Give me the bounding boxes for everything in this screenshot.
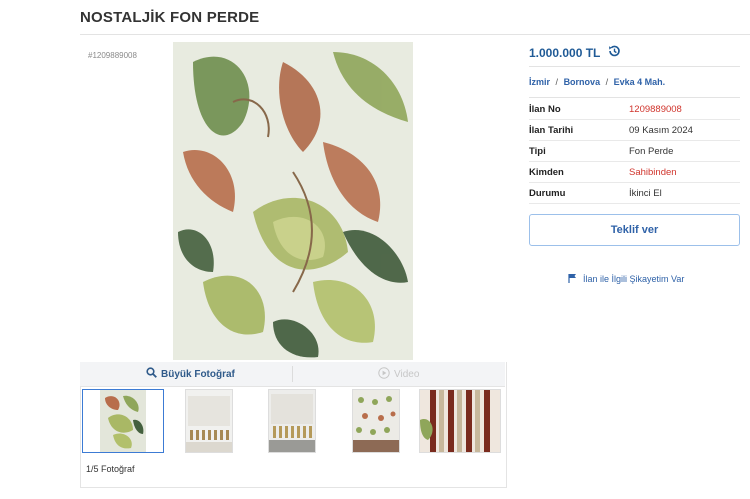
detail-value: 09 Kasım 2024 — [629, 124, 693, 136]
complaint-link[interactable]: İlan ile İlgili Şikayetim Var — [568, 273, 684, 285]
header-divider — [80, 34, 750, 35]
play-icon — [378, 367, 390, 382]
listing-title: NOSTALJİK FON PERDE — [80, 9, 260, 26]
photo-counter: 1/5 Fotoğraf — [86, 464, 135, 474]
detail-row-seller: Kimden Sahibinden — [529, 162, 740, 183]
thumbnail-2[interactable] — [185, 389, 233, 453]
breadcrumb: İzmir / Bornova / Evka 4 Mah. — [529, 77, 665, 87]
detail-value: İkinci El — [629, 187, 662, 199]
breadcrumb-divider — [529, 97, 740, 98]
thumbnail-image — [186, 390, 232, 452]
detail-label: Kimden — [529, 166, 564, 178]
thumbnail-image — [269, 390, 315, 452]
magnifier-icon — [146, 367, 157, 381]
detail-label: İlan No — [529, 103, 561, 115]
listing-code: #1209889008 — [88, 51, 137, 60]
complaint-label: İlan ile İlgili Şikayetim Var — [583, 274, 685, 284]
thumbnail-3[interactable] — [268, 389, 316, 453]
thumbnail-image — [83, 390, 163, 452]
breadcrumb-separator: / — [605, 77, 609, 87]
detail-value: 1209889008 — [629, 103, 682, 115]
price-divider — [529, 66, 740, 67]
flag-icon — [568, 273, 577, 285]
history-icon[interactable] — [607, 44, 621, 61]
thumbnail-image — [420, 390, 500, 452]
price-value: 1.000.000 TL — [529, 45, 601, 60]
big-photo-button[interactable]: Büyük Fotoğraf — [146, 367, 235, 381]
detail-label: Tipi — [529, 145, 546, 157]
detail-row-condition: Durumu İkinci El — [529, 183, 740, 204]
detail-row-listing-date: İlan Tarihi 09 Kasım 2024 — [529, 120, 740, 141]
thumbnail-4[interactable] — [352, 389, 400, 453]
detail-label: İlan Tarihi — [529, 124, 574, 136]
breadcrumb-city[interactable]: İzmir — [529, 77, 550, 87]
detail-value: Fon Perde — [629, 145, 674, 157]
thumbnail-1[interactable] — [82, 389, 164, 453]
detail-label: Durumu — [529, 187, 566, 199]
main-photo-image — [173, 42, 413, 360]
detail-row-type: Tipi Fon Perde — [529, 141, 740, 162]
video-button[interactable]: Video — [378, 367, 419, 382]
big-photo-label: Büyük Fotoğraf — [161, 368, 235, 380]
toolbar-divider — [292, 366, 293, 382]
make-offer-button[interactable]: Teklif ver — [529, 214, 740, 246]
breadcrumb-neighborhood[interactable]: Evka 4 Mah. — [614, 77, 666, 87]
video-label: Video — [394, 369, 420, 380]
main-photo[interactable] — [173, 42, 413, 360]
price: 1.000.000 TL — [529, 44, 621, 61]
breadcrumb-district[interactable]: Bornova — [564, 77, 601, 87]
breadcrumb-separator: / — [555, 77, 559, 87]
thumbnail-5[interactable] — [419, 389, 501, 453]
detail-row-listing-no: İlan No 1209889008 — [529, 99, 740, 120]
detail-value: Sahibinden — [629, 166, 677, 178]
details-table: İlan No 1209889008 İlan Tarihi 09 Kasım … — [529, 99, 740, 204]
thumbnail-image — [353, 390, 399, 452]
